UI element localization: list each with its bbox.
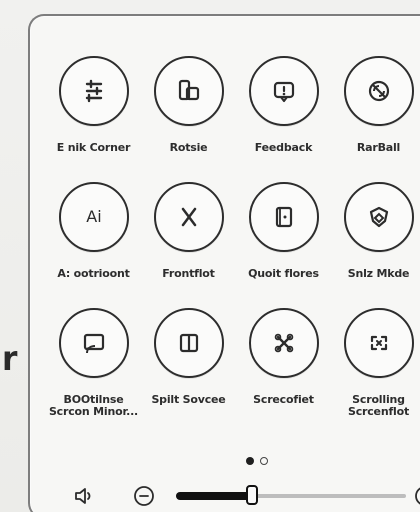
split-screen-icon (179, 333, 198, 353)
scrolling-screenshot-icon (370, 335, 387, 351)
tile-button[interactable] (153, 56, 224, 126)
volume-slider[interactable] (176, 485, 406, 505)
tile-label: Rotsie (169, 141, 208, 154)
tile-label: A: ootrioont (57, 267, 130, 280)
screen-mirror-icon (83, 333, 104, 354)
page-dot-active[interactable] (246, 457, 254, 465)
tile-split-screen[interactable]: Spilt Sovcee (141, 304, 236, 430)
volume-fill (176, 492, 252, 500)
tile-label: RarBall (356, 141, 401, 154)
tile-button[interactable] (343, 182, 414, 252)
page-dot-inactive[interactable] (260, 457, 268, 465)
tile-label: BOOtilnse Scrcon Minor... (48, 393, 139, 418)
tile-scrolling-screenshot[interactable]: Scrolling Scrcenflot (331, 304, 420, 430)
volume-up-button[interactable] (413, 484, 420, 508)
tile-label: Quoit flores (248, 267, 319, 280)
tile-edge-corner[interactable]: E nik Corner (46, 52, 141, 178)
tile-label: Feedback (254, 141, 313, 154)
page-indicator (246, 457, 268, 465)
shield-icon (369, 206, 388, 228)
radar-icon (368, 80, 389, 102)
rotate-icon (178, 79, 199, 101)
tile-label: Scrolling Scrcenflot (347, 393, 410, 418)
tile-screen-mirror[interactable]: BOOtilnse Scrcon Minor... (46, 304, 141, 430)
tile-button[interactable]: Ai (58, 182, 129, 252)
tile-rotate[interactable]: Rotsie (141, 52, 236, 178)
tile-label: Snlz Mkde (347, 267, 410, 280)
tile-label: Screcofiet (253, 393, 314, 406)
tile-frontflot[interactable]: Frontflot (141, 178, 236, 304)
sliders-icon (85, 79, 102, 103)
tile-button[interactable] (343, 308, 414, 378)
tile-screenshot[interactable]: Screcofiet (236, 304, 331, 430)
page: r E nik Corner Rotsie Feedback RarBall A… (0, 0, 420, 512)
volume-thumb[interactable] (245, 485, 258, 505)
tile-label: Spilt Sovcee (151, 393, 226, 406)
tile-button[interactable] (248, 308, 319, 378)
ai-icon: Ai (86, 207, 101, 226)
side-glyph: r (2, 339, 18, 379)
svg-text:Ai: Ai (86, 207, 101, 226)
tile-button[interactable] (58, 308, 129, 378)
tile-radar-ball[interactable]: RarBall (331, 52, 420, 178)
tile-label: Frontflot (162, 267, 215, 280)
tile-button[interactable] (153, 182, 224, 252)
tile-button[interactable] (343, 56, 414, 126)
quick-settings-panel: E nik Corner Rotsie Feedback RarBall Ai … (28, 14, 420, 512)
volume-down-button[interactable] (132, 484, 156, 508)
tile-label: E nik Corner (56, 141, 131, 154)
tile-button[interactable] (248, 182, 319, 252)
feedback-icon (273, 81, 294, 103)
tile-quick-notes[interactable]: Quoit flores (236, 178, 331, 304)
screenshot-icon (274, 333, 293, 353)
tile-safe-mode[interactable]: Snlz Mkde (331, 178, 420, 304)
scissors-icon (181, 207, 196, 227)
tile-feedback[interactable]: Feedback (236, 52, 331, 178)
tile-button[interactable] (58, 56, 129, 126)
quick-settings-grid: E nik Corner Rotsie Feedback RarBall Ai … (46, 52, 420, 432)
tile-button[interactable] (153, 308, 224, 378)
tile-ai-assistant[interactable]: Ai A: ootrioont (46, 178, 141, 304)
speaker-icon[interactable] (72, 484, 96, 508)
quick-note-icon (275, 206, 292, 228)
tile-button[interactable] (248, 56, 319, 126)
volume-control (72, 484, 420, 508)
